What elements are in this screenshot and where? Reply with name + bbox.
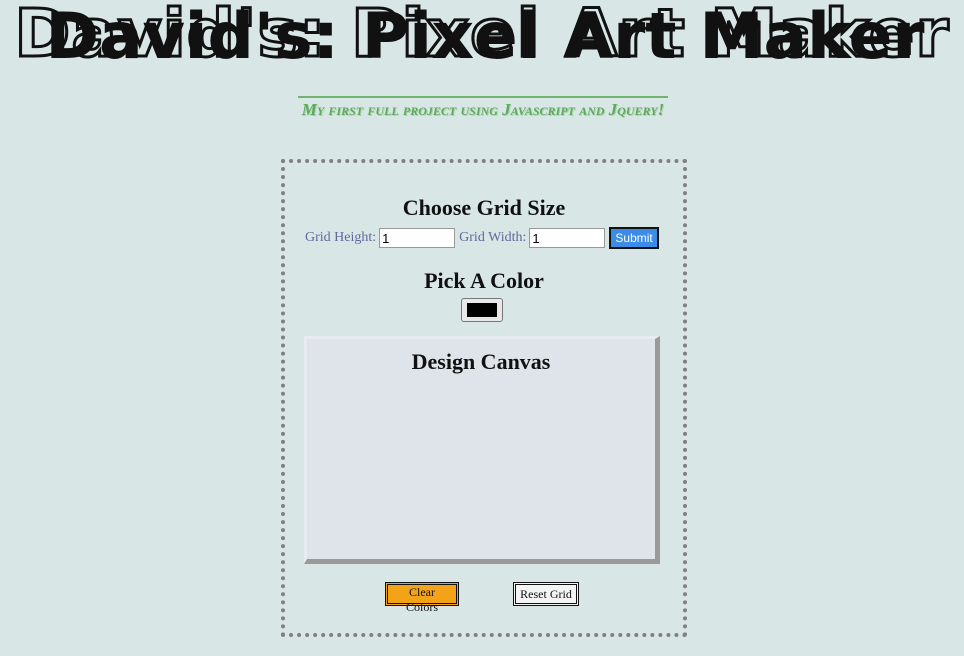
grid-size-heading: Choose Grid Size [402,195,566,220]
grid-height-label: Grid Height: [305,230,377,245]
controls-panel: Choose Grid Size Grid Height: Grid Width… [281,159,687,637]
grid-size-form: Grid Height: Grid Width: Submit [305,227,659,249]
page: David's: Pixel Art Maker My first full p… [0,0,964,656]
subtitle: My first full project using Javascript a… [301,100,665,119]
clear-colors-button[interactable]: Clear Colors [385,582,459,614]
site-title: David's: Pixel Art Maker [0,0,964,74]
grid-height-input[interactable] [379,228,456,248]
design-canvas[interactable]: Design Canvas [304,336,660,564]
submit-button[interactable]: Submit [609,227,659,249]
color-swatch [467,303,497,317]
site-title-text: David's: Pixel Art Maker [13,0,950,74]
design-canvas-title: Design Canvas [411,349,551,374]
grid-width-label: Grid Width: [459,230,527,245]
subtitle-container: My first full project using Javascript a… [298,96,668,120]
grid-width-input[interactable] [529,228,606,248]
color-picker[interactable] [461,298,503,322]
pick-color-heading: Pick A Color [424,268,544,293]
reset-grid-button[interactable]: Reset Grid [513,582,579,606]
